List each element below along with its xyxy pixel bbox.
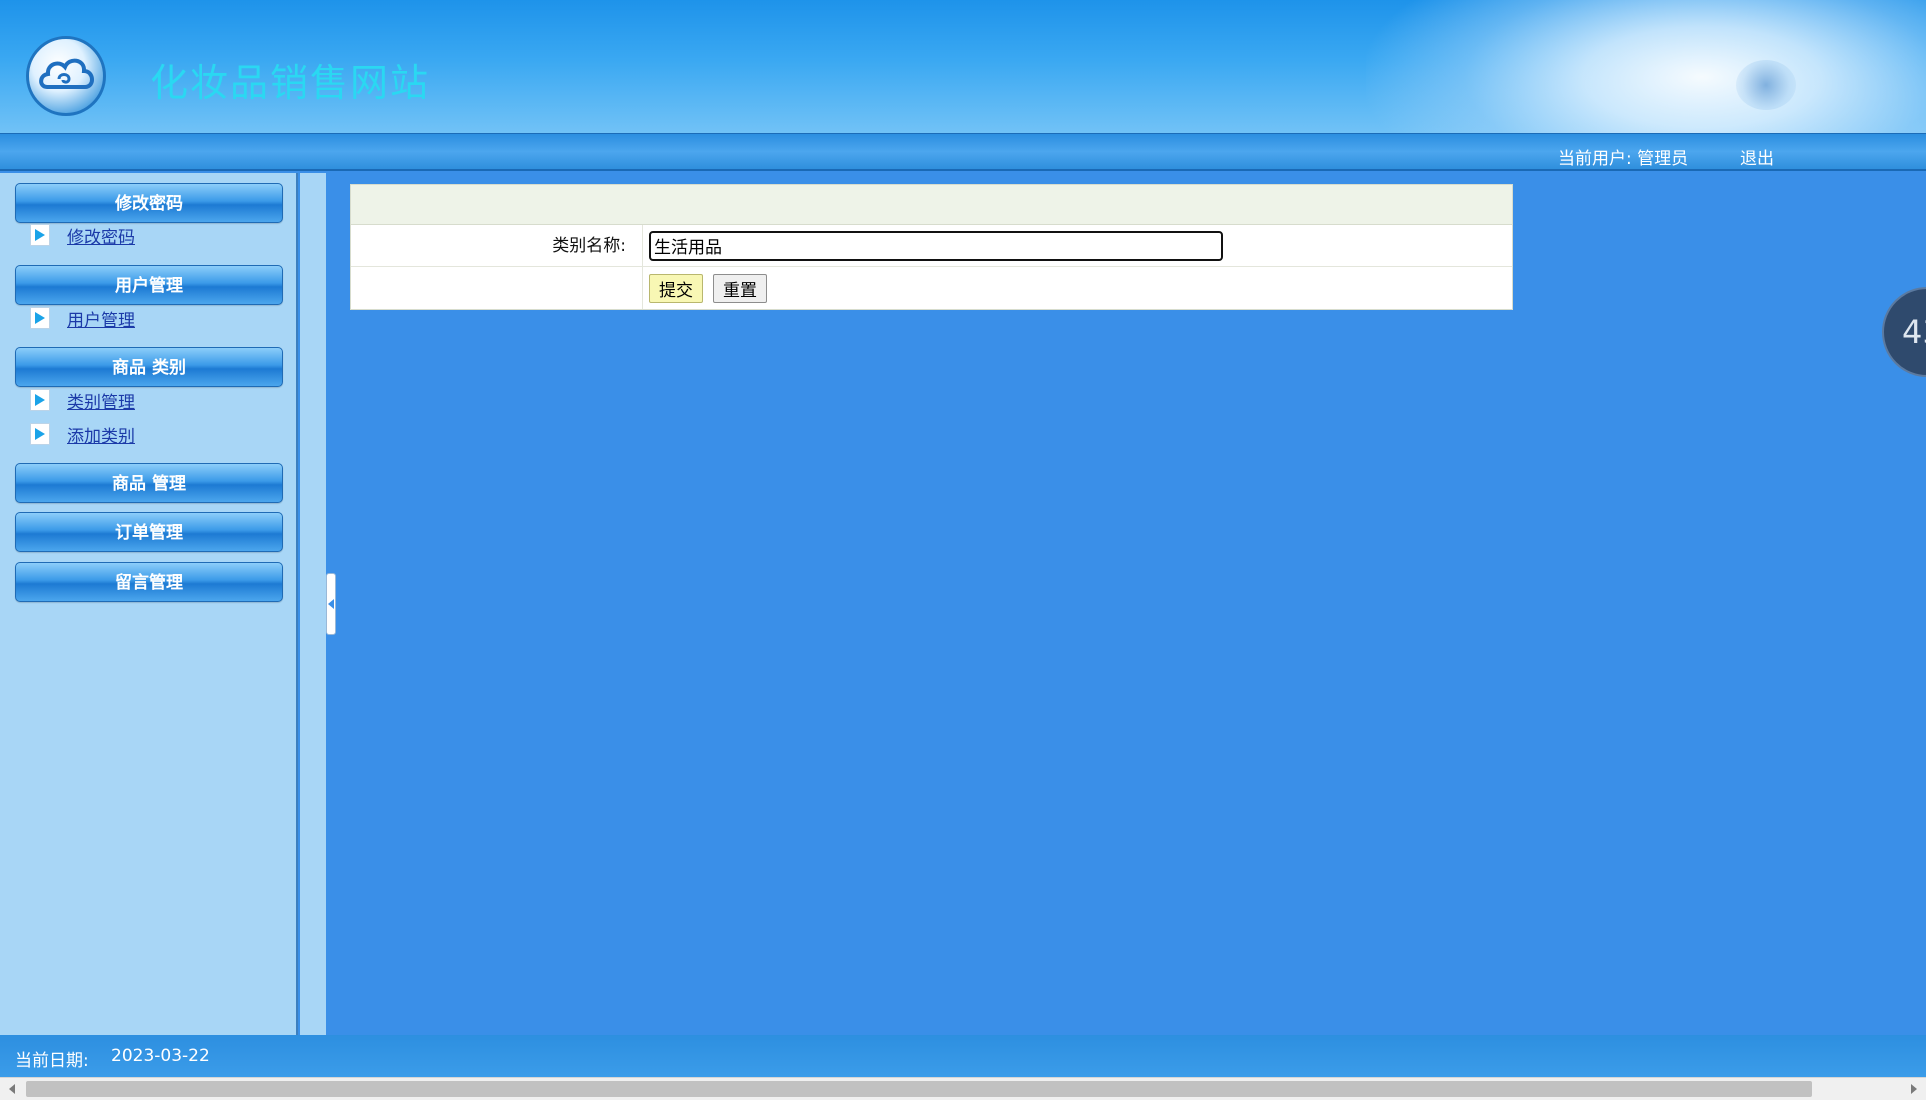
sidebar-header-order-management[interactable]: 订单管理 (15, 512, 283, 552)
form-action-cell: 提交 重置 (643, 267, 1512, 309)
sidebar-item-add-category[interactable]: 添加类别 (30, 421, 135, 447)
form-header (351, 185, 1512, 225)
sidebar-item-label[interactable]: 类别管理 (67, 388, 135, 413)
play-arrow-icon (30, 307, 50, 329)
category-name-label: 类别名称: (351, 225, 643, 266)
scroll-right-button[interactable] (1902, 1078, 1926, 1100)
current-date-label: 当前日期: (15, 1051, 89, 1071)
sidebar-divider-strip (300, 173, 326, 1035)
sidebar-header-message-management[interactable]: 留言管理 (15, 562, 283, 602)
cloud-logo-icon (26, 36, 106, 116)
sidebar-header-product-management[interactable]: 商品 管理 (15, 463, 283, 503)
sidebar-collapse-handle[interactable] (326, 573, 336, 635)
scrollbar-thumb[interactable] (26, 1081, 1812, 1097)
sidebar: 修改密码 修改密码 用户管理 用户管理 商品 类别 类别管理 添加类别 商品 管… (0, 173, 298, 1035)
play-arrow-icon (30, 224, 50, 246)
play-arrow-icon (30, 423, 50, 445)
form-row-category-name: 类别名称: (351, 225, 1512, 267)
horizontal-scrollbar[interactable] (0, 1077, 1926, 1100)
submit-button[interactable]: 提交 (649, 273, 703, 303)
sidebar-header-user-management[interactable]: 用户管理 (15, 265, 283, 305)
sidebar-item-category-management[interactable]: 类别管理 (30, 387, 135, 413)
sidebar-header-change-password[interactable]: 修改密码 (15, 183, 283, 223)
form-action-label-cell (351, 267, 643, 309)
form-row-actions: 提交 重置 (351, 267, 1512, 309)
footer: 当前日期: 2023-03-22 (0, 1035, 1926, 1077)
sidebar-item-label[interactable]: 添加类别 (67, 422, 135, 447)
category-form: 类别名称: 提交 重置 (350, 184, 1513, 310)
form-field-cell (643, 225, 1512, 266)
sidebar-item-label[interactable]: 用户管理 (67, 306, 135, 331)
sidebar-item-user-management[interactable]: 用户管理 (30, 305, 135, 331)
play-arrow-icon (30, 389, 50, 411)
category-name-input[interactable] (649, 230, 1223, 261)
arrow-right-icon (1911, 1084, 1917, 1094)
logout-link[interactable]: 退出 (1740, 144, 1774, 169)
header-banner: 化妆品销售网站 (0, 0, 1926, 133)
sidebar-header-product-category[interactable]: 商品 类别 (15, 347, 283, 387)
header-cloud-art (1366, 0, 1926, 133)
current-user-label: 当前用户: 管理员 (1558, 149, 1689, 169)
reset-button[interactable]: 重置 (713, 273, 767, 303)
current-date-value: 2023-03-22 (111, 1046, 210, 1066)
user-bar: 当前用户: 管理员 退出 (0, 133, 1926, 171)
chevron-left-icon (328, 599, 334, 609)
scroll-left-button[interactable] (0, 1078, 24, 1100)
arrow-left-icon (9, 1084, 15, 1094)
sidebar-item-change-password[interactable]: 修改密码 (30, 222, 135, 248)
header-cloud-eye (1736, 60, 1796, 110)
floating-badge[interactable]: 43 (1882, 287, 1926, 377)
sidebar-item-label[interactable]: 修改密码 (67, 223, 135, 248)
site-title: 化妆品销售网站 (150, 61, 431, 105)
